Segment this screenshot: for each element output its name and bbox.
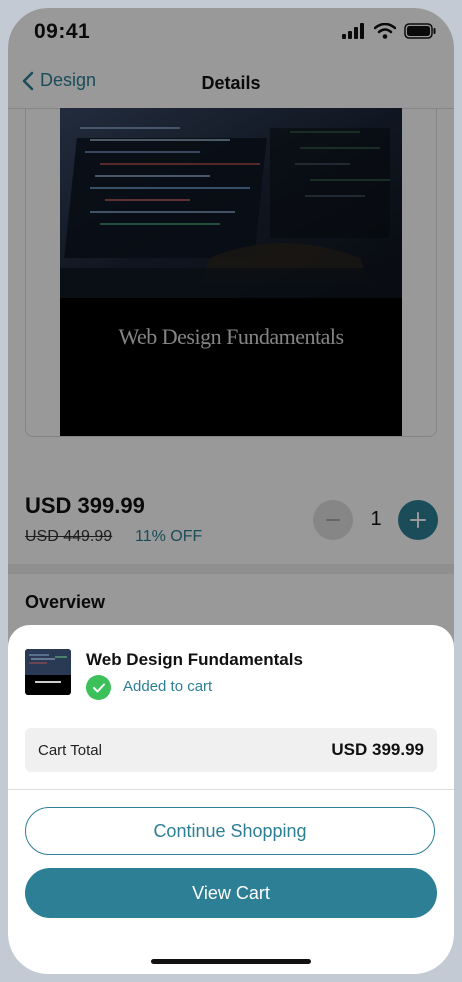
added-to-cart-sheet: Web Design Fundamentals Added to cart Ca… (8, 625, 454, 974)
check-icon (86, 675, 111, 700)
cart-total-row: Cart Total USD 399.99 (25, 728, 437, 772)
cart-item-title: Web Design Fundamentals (86, 650, 303, 669)
cart-total-label: Cart Total (38, 742, 102, 759)
added-to-cart-label: Added to cart (123, 678, 213, 695)
home-indicator[interactable] (151, 959, 311, 964)
view-cart-button[interactable]: View Cart (25, 868, 437, 918)
cart-total-value: USD 399.99 (331, 740, 424, 759)
product-thumbnail (25, 649, 71, 695)
sheet-divider (8, 789, 454, 790)
thumbnail-image (25, 649, 71, 683)
continue-shopping-button[interactable]: Continue Shopping (25, 807, 435, 855)
phone-screen: 09:41 Design Details Web Design Fundamen… (8, 8, 454, 974)
